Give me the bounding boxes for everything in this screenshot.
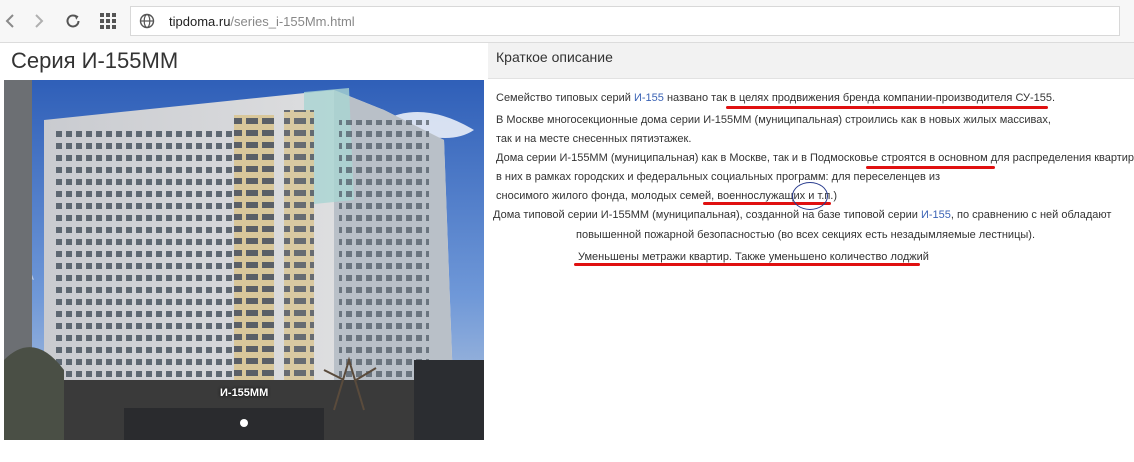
description-header: Краткое описание: [488, 43, 1134, 79]
description-line-8: повышенной пожарной безопасностью (во вс…: [576, 229, 1035, 241]
description-heading: Краткое описание: [496, 49, 613, 65]
forward-button[interactable]: [27, 9, 51, 33]
url-host: tipdoma.ru: [169, 14, 231, 29]
series-i155-link-2[interactable]: И-155: [921, 209, 951, 221]
slider-dot[interactable]: [240, 419, 248, 427]
page-bottom-strip: [0, 447, 1134, 462]
apps-grid-icon: [100, 13, 116, 29]
back-arrow-icon: [5, 14, 14, 28]
line-1-text-b: названо так в целях продвижения бренда к…: [663, 92, 1056, 104]
back-button[interactable]: [0, 9, 22, 33]
building-photo[interactable]: [4, 80, 484, 440]
description-line-6: сносимого жилого фонда, молодых семей, в…: [496, 190, 837, 202]
apps-grid-button[interactable]: [96, 9, 120, 33]
description-line-1: Семейство типовых серий И-155 названо та…: [496, 92, 1055, 104]
photo-caption: И-155ММ: [220, 387, 269, 399]
description-line-4: Дома серии И-155ММ (муниципальная) как в…: [496, 152, 1134, 164]
reload-button[interactable]: [61, 9, 85, 33]
reload-icon: [66, 14, 80, 28]
underline-marker-4: [574, 263, 920, 266]
description-line-2: В Москве многосекционные дома серии И-15…: [496, 114, 1051, 126]
url-path: /series_i-155Mm.html: [230, 14, 355, 29]
underline-marker-1: [726, 106, 1048, 109]
description-line-5: в них в рамках городских и федеральных с…: [496, 171, 941, 183]
globe-icon: [139, 13, 155, 29]
underline-marker-2: [866, 166, 995, 169]
description-line-3: так и на месте снесенных пятиэтажек.: [496, 133, 692, 145]
browser-toolbar: tipdoma.ru/series_i-155Mm.html: [0, 0, 1134, 43]
address-bar[interactable]: tipdoma.ru/series_i-155Mm.html: [130, 6, 1120, 36]
circle-marker: [792, 182, 828, 210]
line-1-text-a: Семейство типовых серий: [496, 92, 634, 104]
line-7-text-b: , по сравнению с ней обладают: [950, 209, 1112, 221]
description-line-7: Дома типовой серии И-155ММ (муниципальна…: [493, 209, 1111, 221]
description-line-9: Уменьшены метражи квартир. Также уменьше…: [578, 251, 929, 263]
page-title: Серия И-155ММ: [11, 48, 179, 73]
line-7-text-a: Дома типовой серии И-155ММ (муниципальна…: [493, 209, 921, 221]
forward-arrow-icon: [35, 14, 44, 28]
url-text: tipdoma.ru/series_i-155Mm.html: [169, 14, 355, 29]
series-i155-link[interactable]: И-155: [634, 92, 664, 104]
